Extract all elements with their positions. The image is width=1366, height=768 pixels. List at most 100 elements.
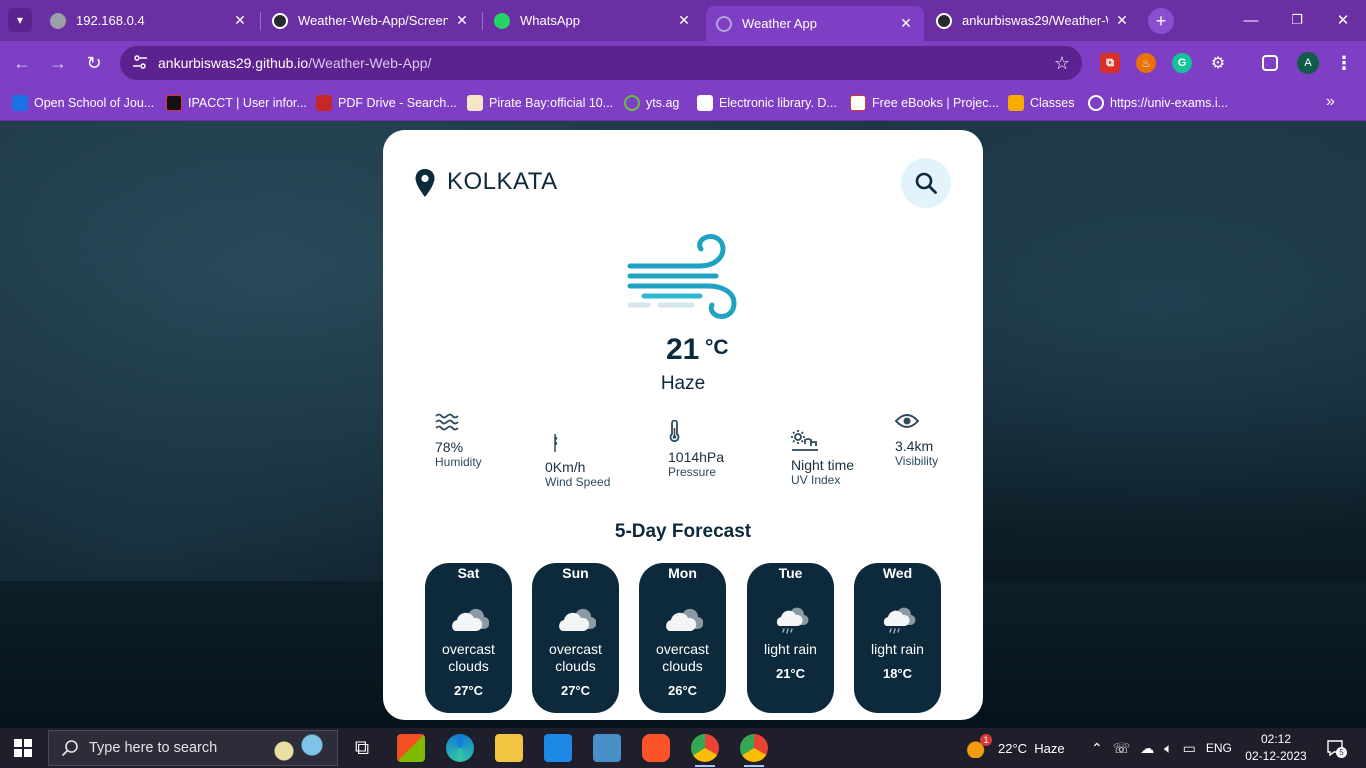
github-icon	[936, 12, 952, 29]
tab-search-button[interactable]: ▾	[8, 8, 32, 32]
city-name: KOLKATA	[447, 168, 558, 195]
pressure-stat: 1014hPa Pressure	[668, 419, 725, 479]
bookmark-favicon-icon	[166, 95, 182, 111]
taskbar-clock[interactable]: 02:12 02-12-2023	[1244, 731, 1308, 765]
bookmark-item[interactable]: IPACCT | User infor...	[166, 93, 307, 113]
bookmark-favicon-icon	[316, 95, 332, 111]
desktop-app-icon[interactable]	[593, 734, 621, 762]
bookmark-item[interactable]: yts.ag	[624, 93, 679, 113]
microsoft-store-icon[interactable]	[397, 734, 425, 762]
close-icon[interactable]: ✕	[454, 12, 470, 29]
visibility-label: Visibility	[895, 454, 939, 468]
notification-count: 5	[1336, 747, 1347, 758]
search-button[interactable]	[901, 158, 951, 208]
minimize-icon[interactable]: —	[1228, 8, 1274, 32]
close-icon[interactable]: ✕	[232, 12, 248, 29]
cloud-icon	[451, 608, 489, 631]
bookmarks-overflow-icon[interactable]: »	[1326, 93, 1335, 111]
tab-ankurbiswas29-weather-web[interactable]: ankurbiswas29/Weather-We ✕	[926, 6, 1140, 35]
onedrive-cloud-icon[interactable]: ☁	[1140, 740, 1154, 757]
tab-weather-app[interactable]: Weather App ✕	[706, 6, 924, 41]
pdf-extension-icon[interactable]: ⧉	[1100, 53, 1120, 73]
bookmark-favicon-icon	[850, 95, 866, 111]
bookmark-item[interactable]: https://univ-exams.i...	[1088, 93, 1228, 113]
forecast-day: Wed	[882, 565, 913, 581]
tab-label: Weather App	[742, 16, 817, 31]
bookmark-item[interactable]: Classes	[1008, 93, 1074, 113]
meet-now-icon[interactable]: ☏	[1113, 740, 1131, 757]
bookmark-star-icon[interactable]: ☆	[1054, 53, 1070, 74]
bookmark-favicon-icon	[624, 95, 640, 111]
humidity-stat: 78% Humidity	[435, 412, 482, 469]
taskbar-search-placeholder: Type here to search	[89, 740, 218, 756]
location-pin-icon	[415, 169, 435, 197]
humidity-label: Humidity	[435, 455, 482, 469]
side-panel-icon[interactable]	[1262, 55, 1278, 71]
bookmark-label: Pirate Bay:official 10...	[489, 96, 614, 110]
forecast-temperature: 27°C	[560, 683, 591, 698]
search-icon	[915, 172, 937, 194]
brave-browser-icon[interactable]	[642, 734, 670, 762]
forecast-day: Mon	[668, 565, 697, 581]
forecast-title: 5-Day Forecast	[614, 521, 752, 542]
bookmark-item[interactable]: PDF Drive - Search...	[316, 93, 457, 113]
chevron-up-icon[interactable]: ⌃	[1091, 740, 1103, 757]
current-condition: Haze	[660, 373, 706, 394]
mail-icon[interactable]	[544, 734, 572, 762]
bookmark-favicon-icon	[12, 95, 28, 111]
tab-whatsapp[interactable]: WhatsApp ✕	[484, 6, 702, 35]
close-icon[interactable]: ✕	[898, 15, 914, 32]
uv-index-label: UV Index	[791, 473, 841, 487]
windows-start-icon[interactable]	[14, 739, 32, 757]
bookmark-item[interactable]: Free eBooks | Projec...	[850, 93, 999, 113]
site-settings-icon[interactable]	[130, 54, 150, 73]
restore-icon[interactable]: ❐	[1274, 8, 1320, 32]
bookmark-item[interactable]: Open School of Jou...	[12, 93, 154, 113]
chrome-profile-a-icon[interactable]	[691, 734, 719, 767]
reload-icon[interactable]: ↻	[82, 51, 106, 75]
bookmark-favicon-icon	[467, 95, 483, 111]
profile-avatar[interactable]: A	[1297, 52, 1319, 74]
uv-index-stat: Night time UV Index	[791, 430, 854, 487]
volume-icon[interactable]: 🔈︎	[1164, 740, 1172, 757]
notification-center-icon[interactable]: 5	[1326, 739, 1347, 758]
wind-speed-value: 0Km/h	[545, 459, 586, 475]
bookmark-item[interactable]: Pirate Bay:official 10...	[467, 93, 613, 113]
forward-arrow-icon[interactable]: →	[46, 51, 70, 75]
close-icon[interactable]: ✕	[1114, 12, 1130, 29]
window-close-icon[interactable]: ✕	[1320, 8, 1366, 32]
bookmark-label: IPACCT | User infor...	[188, 96, 307, 110]
pressure-value: 1014hPa	[668, 449, 725, 465]
close-icon[interactable]: ✕	[676, 12, 692, 29]
forecast-description: light rain	[871, 641, 924, 657]
task-view-icon[interactable]: ⧉	[348, 734, 376, 762]
eye-icon	[894, 414, 920, 428]
taskbar-weather-widget[interactable]: 1 22°C Haze	[966, 728, 1065, 768]
new-tab-button[interactable]: +	[1148, 8, 1174, 34]
forecast-description: overcast clouds	[549, 641, 602, 674]
forecast-day-card: Mon overcast clouds 26°C	[639, 563, 726, 713]
edge-browser-icon[interactable]	[446, 734, 474, 762]
cloud-icon	[558, 608, 596, 631]
tab-weather-web-app-screenshots[interactable]: Weather-Web-App/Screensh ✕	[262, 6, 480, 35]
weather-badge: 1	[980, 734, 992, 746]
tab-192-168-0-4[interactable]: 192.168.0.4 ✕	[40, 6, 258, 35]
kebab-menu-icon[interactable]: ⋮	[1334, 53, 1354, 73]
language-indicator[interactable]: ENG	[1206, 741, 1232, 755]
bookmark-label: Free eBooks | Projec...	[872, 96, 999, 110]
back-arrow-icon[interactable]: ←	[10, 51, 34, 75]
fire-extension-icon[interactable]: ♨	[1136, 53, 1156, 73]
grammarly-icon[interactable]: G	[1172, 53, 1192, 73]
address-bar[interactable]: ankurbiswas29.github.io/Weather-Web-App/…	[120, 46, 1082, 80]
file-explorer-icon[interactable]	[495, 734, 523, 762]
tab-label: ankurbiswas29/Weather-We	[962, 13, 1108, 28]
forecast-day: Sat	[457, 565, 480, 581]
forecast-description: overcast clouds	[442, 641, 495, 674]
taskbar-search-input[interactable]: Type here to search	[48, 730, 338, 766]
chrome-icon[interactable]	[740, 734, 768, 767]
tab-label: Weather-Web-App/Screensh	[298, 13, 448, 28]
extensions-puzzle-icon[interactable]: ⚙	[1208, 53, 1228, 73]
forecast-temperature: 26°C	[667, 683, 698, 698]
bookmark-item[interactable]: Electronic library. D...	[697, 93, 837, 113]
network-icon[interactable]: ▭	[1183, 740, 1196, 757]
